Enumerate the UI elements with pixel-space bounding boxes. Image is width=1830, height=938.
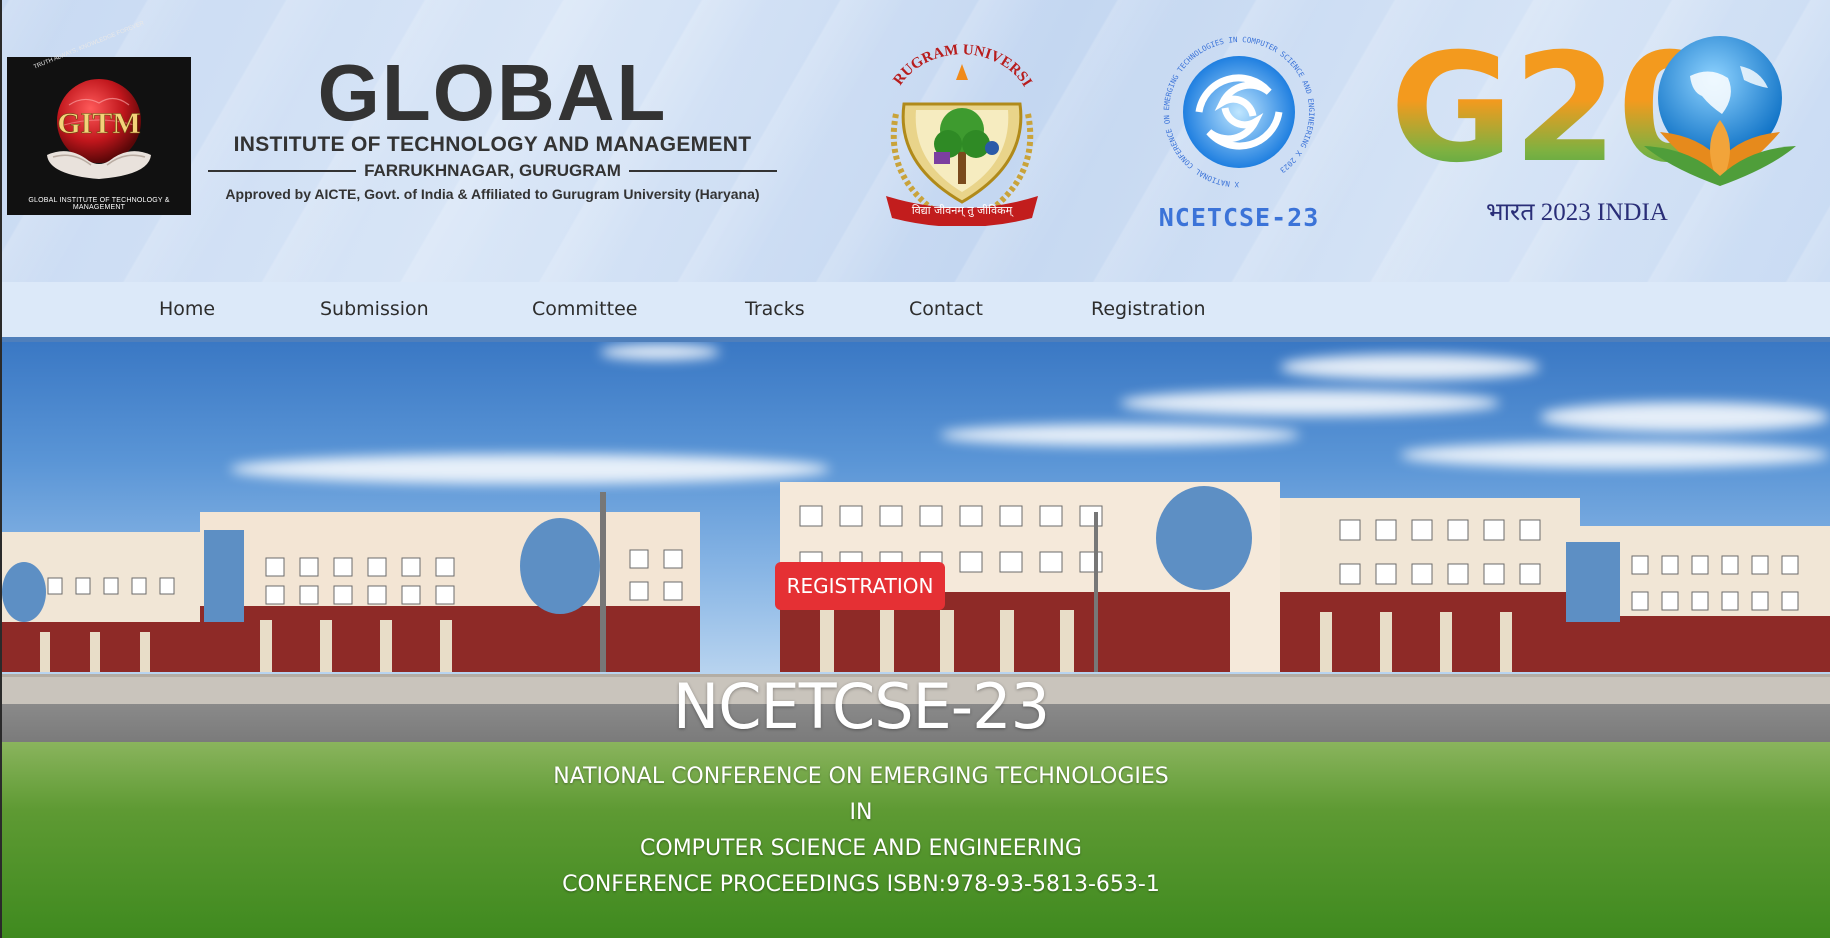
gitm-caption: GLOBAL INSTITUTE OF TECHNOLOGY & MANAGEM… (28, 197, 170, 211)
gurugram-crest-motto: विद्या जीवनम् तु जीविकम् (912, 204, 1014, 217)
cloud (1120, 390, 1500, 416)
nav-item-home[interactable]: Home (159, 289, 215, 344)
main-nav: Home Submission Committee Tracks Contact… (0, 282, 1830, 342)
globe-in-hands-icon: GITM (47, 79, 151, 179)
institute-location-row: FARRUKHNAGAR, GURUGRAM (200, 159, 785, 183)
nav-item-registration[interactable]: Registration (1091, 289, 1206, 344)
cloud (600, 344, 720, 360)
divider-right (628, 170, 778, 172)
earth-lotus-icon (1644, 36, 1796, 186)
gitm-logo[interactable]: TRUTH ALWAYS, KNOWLEDGE FOREVER GITM GLO… (7, 21, 191, 215)
cloud (1540, 402, 1830, 432)
institute-name-sub: INSTITUTE OF TECHNOLOGY AND MANAGEMENT (233, 133, 752, 156)
institute-name-main: GLOBAL (317, 48, 668, 137)
divider-left (208, 170, 357, 172)
nav-item-committee[interactable]: Committee (532, 289, 637, 344)
registration-button[interactable]: REGISTRATION (775, 562, 945, 610)
gitm-word: GITM (57, 107, 140, 140)
nav-item-tracks[interactable]: Tracks (745, 289, 805, 344)
header-banner: TRUTH ALWAYS, KNOWLEDGE FOREVER GITM GLO… (0, 0, 1830, 282)
hero-line-1: NATIONAL CONFERENCE ON EMERGING TECHNOLO… (553, 764, 1169, 789)
hero-line-4: CONFERENCE PROCEEDINGS ISBN:978-93-5813-… (562, 872, 1160, 897)
gitm-motto: TRUTH ALWAYS, KNOWLEDGE FOREVER (33, 20, 146, 71)
ncetcse-logo[interactable]: X NATIONAL CONFERENCE ON EMERGING TECHNO… (1132, 35, 1346, 232)
g20-logo[interactable]: G20 भारत 2023 INDIA (1386, 24, 1806, 241)
cloud (1280, 354, 1540, 380)
swirl-icon: X NATIONAL CONFERENCE ON EMERGING TECHNO… (1162, 35, 1316, 189)
svg-text:GURUGRAM UNIVERSITY: GURUGRAM UNIVERSITY (876, 44, 1035, 90)
hero-line-3: COMPUTER SCIENCE AND ENGINEERING (640, 836, 1082, 861)
gurugram-crest-title: GURUGRAM UNIVERSITY (876, 44, 1035, 90)
hero-title: NCETCSE-23 (672, 670, 1050, 743)
nav-item-submission[interactable]: Submission (320, 289, 429, 344)
institute-name-block: GLOBAL INSTITUTE OF TECHNOLOGY AND MANAG… (200, 48, 785, 205)
hero-banner: NCETCSE-23 NATIONAL CONFERENCE ON EMERGI… (0, 342, 1830, 938)
g20-caption: भारत 2023 INDIA (1486, 199, 1668, 226)
gurugram-university-crest[interactable]: GURUGRAM UNIVERSITY विद्या जीवनम् तु जीव… (876, 44, 1048, 226)
institute-approval: Approved by AICTE, Govt. of India & Affi… (225, 186, 760, 202)
ncetcse-logo-label: NCETCSE-23 (1158, 203, 1320, 232)
hero-line-2: IN (849, 800, 873, 825)
window-left-edge (0, 0, 2, 938)
institute-location: FARRUKHNAGAR, GURUGRAM (364, 161, 621, 180)
nav-item-contact[interactable]: Contact (909, 289, 983, 344)
page: TRUTH ALWAYS, KNOWLEDGE FOREVER GITM GLO… (0, 0, 1830, 938)
